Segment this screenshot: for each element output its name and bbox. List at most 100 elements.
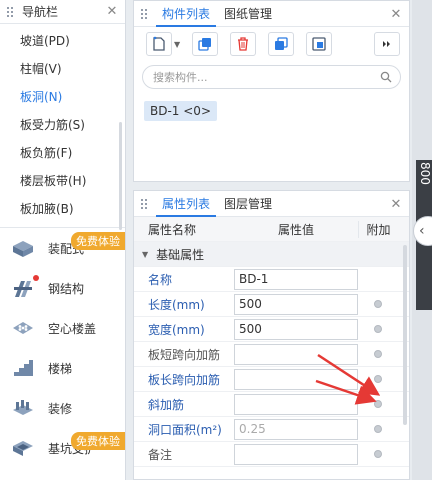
extra-checkbox[interactable]	[374, 400, 382, 408]
prefab-icon	[10, 236, 36, 260]
collapse-icon[interactable]: ▼	[134, 250, 148, 259]
property-value-field[interactable]	[234, 443, 358, 465]
extra-checkbox[interactable]	[374, 450, 382, 458]
category-steel[interactable]: 钢结构	[0, 268, 125, 308]
search-icon[interactable]	[380, 71, 392, 83]
property-name: 板长跨向加筋	[148, 372, 221, 387]
property-group-row[interactable]: ▼ 基础属性	[134, 242, 409, 267]
drag-handle-icon[interactable]	[6, 5, 14, 18]
nav-header: 导航栏 ✕	[0, 0, 125, 24]
drag-handle-icon[interactable]	[140, 7, 148, 20]
property-tabs: 属性列表 图层管理 ✕	[134, 191, 409, 217]
component-list-panel: 构件列表 图纸管理 ✕ ▼ 搜索构件... BD-1 <0>	[133, 0, 410, 182]
copy-icon	[198, 38, 211, 51]
new-icon	[153, 36, 165, 51]
property-name: 长度(mm)	[148, 297, 205, 312]
close-icon[interactable]: ✕	[105, 4, 119, 19]
duplicate-button[interactable]	[268, 32, 294, 56]
property-row: 名称 BD-1	[134, 267, 409, 292]
extra-cell	[358, 450, 398, 458]
drag-handle-icon[interactable]	[140, 197, 148, 210]
chevron-left-icon: ‹	[419, 223, 425, 239]
property-name: 备注	[148, 447, 173, 462]
chevron-down-icon[interactable]: ▼	[174, 40, 184, 49]
nav-item-floor-slab-band[interactable]: 楼层板带(H)	[0, 167, 125, 195]
category-hollow-floor[interactable]: 空心楼盖	[0, 308, 125, 348]
tab-property-list[interactable]: 属性列表	[156, 191, 217, 217]
extra-cell	[358, 300, 398, 308]
property-value-field[interactable]: 500	[234, 318, 358, 340]
property-list-panel: 属性列表 图层管理 ✕ 属性名称 属性值 附加 ▼ 基础属性 名称 BD-1 长…	[133, 190, 410, 480]
nav-item-slab-haunch[interactable]: 板加腋(B)	[0, 195, 125, 223]
property-name: 宽度(mm)	[148, 322, 205, 337]
free-trial-badge: 免费体验	[71, 232, 125, 250]
property-scrollbar[interactable]	[403, 245, 407, 425]
extra-cell	[358, 325, 398, 333]
nav-item-column-cap[interactable]: 柱帽(V)	[0, 55, 125, 83]
property-table: 属性名称 属性值 附加 ▼ 基础属性 名称 BD-1 长度(mm) 500 宽度…	[134, 217, 409, 467]
property-row: 板短跨向加筋	[134, 342, 409, 367]
hollow-floor-icon	[10, 316, 36, 340]
extra-cell	[358, 375, 398, 383]
header-extra: 附加	[358, 220, 398, 238]
property-value-field[interactable]: BD-1	[234, 268, 358, 290]
tab-layer-management[interactable]: 图层管理	[218, 191, 278, 217]
extra-cell	[358, 400, 398, 408]
more-button[interactable]	[374, 32, 400, 56]
component-search[interactable]	[142, 65, 401, 89]
extra-checkbox[interactable]	[374, 350, 382, 358]
nav-item-slab-main-rebar[interactable]: 板受力筋(S)	[0, 111, 125, 139]
extra-checkbox[interactable]	[374, 300, 382, 308]
property-row: 备注	[134, 442, 409, 467]
property-row: 宽度(mm) 500	[134, 317, 409, 342]
property-value-field[interactable]	[234, 393, 358, 415]
property-row: 长度(mm) 500	[134, 292, 409, 317]
property-name: 斜加筋	[148, 397, 185, 412]
extra-checkbox[interactable]	[374, 325, 382, 333]
category-prefab[interactable]: 装配式 免费体验	[0, 228, 125, 268]
tab-drawing-management[interactable]: 图纸管理	[218, 1, 278, 27]
nav-list: 坡道(PD) 柱帽(V) 板洞(N) 板受力筋(S) 板负筋(F) 楼层板带(H…	[0, 24, 125, 230]
header-name: 属性名称	[148, 222, 197, 237]
app-root: 导航栏 ✕ 坡道(PD) 柱帽(V) 板洞(N) 板受力筋(S) 板负筋(F) …	[0, 0, 432, 480]
category-label: 楼梯	[48, 361, 73, 376]
export-button[interactable]	[306, 32, 332, 56]
new-component-button[interactable]	[146, 32, 172, 56]
property-value-field[interactable]	[234, 368, 358, 390]
delete-button[interactable]	[230, 32, 256, 56]
property-value-field[interactable]: 500	[234, 293, 358, 315]
category-foundation-pit[interactable]: 基坑支护 免费体验	[0, 428, 125, 468]
property-name: 板短跨向加筋	[148, 347, 221, 362]
property-name: 洞口面积(m²)	[148, 422, 222, 437]
property-value-field[interactable]	[234, 343, 358, 365]
category-label: 空心楼盖	[48, 321, 97, 336]
extra-checkbox[interactable]	[374, 425, 382, 433]
nav-item-ramp[interactable]: 坡道(PD)	[0, 27, 125, 55]
stairs-icon	[10, 356, 36, 380]
tab-component-list[interactable]: 构件列表	[156, 1, 217, 27]
copy-button[interactable]	[192, 32, 218, 56]
extra-cell	[358, 425, 398, 433]
property-name: 名称	[148, 272, 173, 287]
more-icon	[383, 41, 390, 47]
foundation-pit-icon	[10, 436, 36, 460]
table-header: 属性名称 属性值 附加	[134, 217, 409, 242]
decoration-icon	[10, 396, 36, 420]
category-decoration[interactable]: 装修	[0, 388, 125, 428]
nav-item-slab-opening[interactable]: 板洞(N)	[0, 83, 125, 111]
component-item[interactable]: BD-1 <0>	[144, 101, 217, 121]
export-icon	[312, 37, 326, 51]
nav-item-slab-negative-rebar[interactable]: 板负筋(F)	[0, 139, 125, 167]
category-label: 装修	[48, 401, 73, 416]
extra-cell	[358, 350, 398, 358]
steel-structure-icon	[10, 276, 36, 300]
close-icon[interactable]: ✕	[389, 7, 403, 22]
category-stairs[interactable]: 楼梯	[0, 348, 125, 388]
nav-scrollbar[interactable]	[119, 122, 122, 230]
component-tabs: 构件列表 图纸管理 ✕	[134, 1, 409, 27]
property-row: 斜加筋	[134, 392, 409, 417]
extra-checkbox[interactable]	[374, 375, 382, 383]
close-icon[interactable]: ✕	[389, 197, 403, 212]
delete-icon	[238, 37, 248, 51]
search-input[interactable]	[153, 70, 380, 84]
